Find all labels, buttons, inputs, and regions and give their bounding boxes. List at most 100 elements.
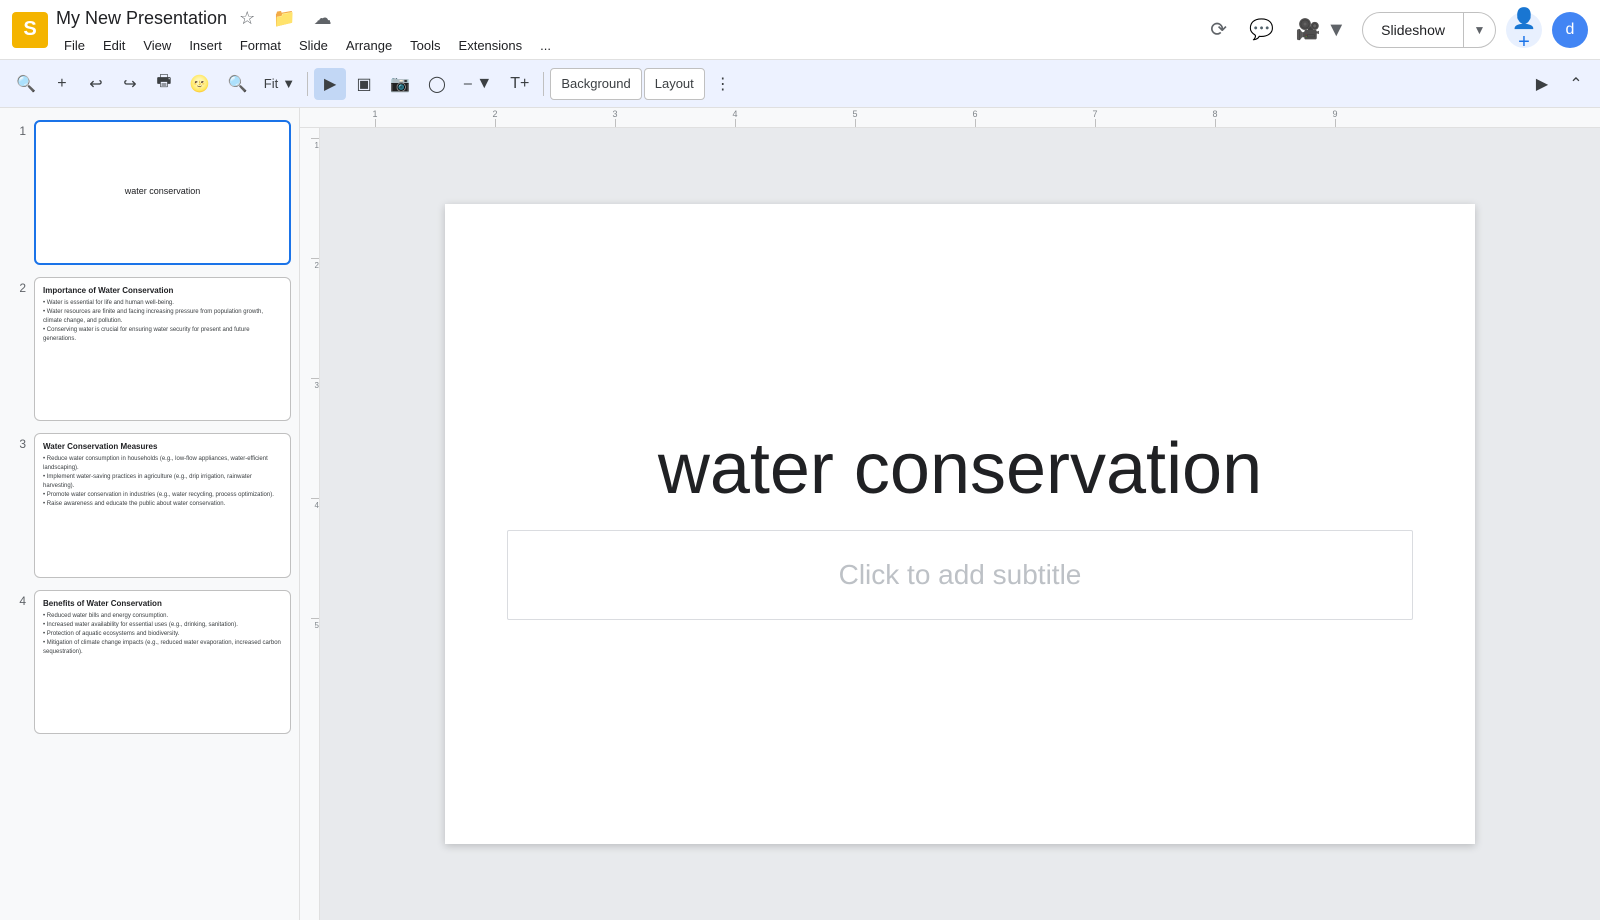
menu-more[interactable]: ...	[532, 35, 559, 56]
ruler-horizontal: 1 2 3 4 5 6 7 8 9	[300, 108, 1600, 128]
slideshow-dropdown-button[interactable]: ▼	[1463, 13, 1495, 47]
toolbar: 🔍 + ↩ ↪ 🖶 🌝 🔍 Fit ▼ ▶ ▣ 📷 ◯ ⎯ ▼ T+ Backg…	[0, 60, 1600, 108]
slide-num-4: 4	[8, 590, 26, 608]
top-bar: S My New Presentation ☆ 📁 ☁ File Edit Vi…	[0, 0, 1600, 60]
select-tool-button[interactable]: ▶	[314, 68, 346, 100]
redo-button[interactable]: ↪	[114, 68, 146, 100]
menu-file[interactable]: File	[56, 35, 93, 56]
menu-format[interactable]: Format	[232, 35, 289, 56]
ruler-v-mark-4: 4	[311, 498, 319, 618]
background-button[interactable]: Background	[550, 68, 641, 100]
ruler-v-mark-3: 3	[311, 378, 319, 498]
slide-thumb-inner-1: water conservation	[36, 122, 289, 263]
print-button[interactable]: 🖶	[148, 68, 180, 100]
folder-icon[interactable]: 📁	[269, 4, 299, 33]
comment-icon[interactable]: 💬	[1243, 11, 1280, 48]
slide-canvas-wrapper: 1 2 3 4 5 water conservation Click to	[300, 128, 1600, 920]
slide-num-1: 1	[8, 120, 26, 138]
ruler-mark-6: 6	[915, 109, 1035, 127]
layout-button[interactable]: Layout	[644, 68, 705, 100]
slide-item-1[interactable]: 1 water conservation	[8, 120, 291, 265]
slide-thumb-inner-3: Water Conservation Measures • Reduce wat…	[35, 434, 290, 577]
menu-arrange[interactable]: Arrange	[338, 35, 400, 56]
menu-view[interactable]: View	[135, 35, 179, 56]
divider-1	[307, 72, 308, 96]
slide-thumb-1[interactable]: water conservation	[34, 120, 291, 265]
menu-insert[interactable]: Insert	[181, 35, 230, 56]
shapes-button[interactable]: ◯	[420, 68, 454, 100]
history-icon[interactable]: ⟳	[1204, 11, 1233, 48]
ruler-mark-7: 7	[1035, 109, 1155, 127]
slide-canvas[interactable]: water conservation Click to add subtitle	[445, 204, 1475, 844]
doc-title: My New Presentation ☆ 📁 ☁	[56, 4, 1196, 33]
slide-item-4[interactable]: 4 Benefits of Water Conservation • Reduc…	[8, 590, 291, 735]
slides-panel: 1 water conservation 2 Importance of Wat…	[0, 108, 300, 920]
title-area: My New Presentation ☆ 📁 ☁ File Edit View…	[56, 4, 1196, 56]
avatar[interactable]: d	[1552, 12, 1588, 48]
slide-2-heading: Importance of Water Conservation	[43, 286, 282, 295]
slide-item-3[interactable]: 3 Water Conservation Measures • Reduce w…	[8, 433, 291, 578]
collapse-button[interactable]: ⌃	[1560, 68, 1592, 100]
menu-bar: File Edit View Insert Format Slide Arran…	[56, 35, 1196, 56]
menu-extensions[interactable]: Extensions	[451, 35, 531, 56]
paint-format-button[interactable]: 🌝	[182, 68, 218, 100]
slide-thumb-3[interactable]: Water Conservation Measures • Reduce wat…	[34, 433, 291, 578]
top-right-actions: ⟳ 💬 🎥 ▼ Slideshow ▼ 👤+ d	[1204, 11, 1588, 48]
line-button[interactable]: ⎯ ▼	[456, 68, 500, 100]
transform-button[interactable]: ▣	[348, 68, 380, 100]
zoom-dropdown-icon: ▼	[282, 76, 295, 91]
slide-main-title[interactable]: water conservation	[658, 428, 1262, 510]
image-button[interactable]: 📷	[382, 68, 418, 100]
slide-num-3: 3	[8, 433, 26, 451]
ruler-v-mark-1: 1	[311, 138, 319, 258]
ruler-mark-4: 4	[675, 109, 795, 127]
app-icon: S	[12, 12, 48, 48]
ruler-v-mark-2: 2	[311, 258, 319, 378]
send-button[interactable]: ▶	[1526, 68, 1558, 100]
slide-thumb-inner-4: Benefits of Water Conservation • Reduced…	[35, 591, 290, 734]
ruler-v-mark-5: 5	[311, 618, 319, 738]
slide-3-bullets: • Reduce water consumption in households…	[43, 455, 282, 509]
doc-title-text[interactable]: My New Presentation	[56, 8, 227, 29]
slide-1-title: water conservation	[125, 186, 201, 198]
slide-4-bullets: • Reduced water bills and energy consump…	[43, 612, 282, 657]
slide-2-bullets: • Water is essential for life and human …	[43, 299, 282, 344]
star-icon[interactable]: ☆	[235, 4, 259, 33]
slide-thumb-4[interactable]: Benefits of Water Conservation • Reduced…	[34, 590, 291, 735]
slideshow-button[interactable]: Slideshow ▼	[1362, 12, 1496, 48]
slideshow-main-button[interactable]: Slideshow	[1363, 13, 1463, 47]
ruler-mark-5: 5	[795, 109, 915, 127]
slide-item-2[interactable]: 2 Importance of Water Conservation • Wat…	[8, 277, 291, 422]
search-button[interactable]: 🔍	[8, 68, 44, 100]
ruler-mark-3: 3	[555, 109, 675, 127]
menu-slide[interactable]: Slide	[291, 35, 336, 56]
zoom-button[interactable]: 🔍	[220, 68, 256, 100]
slide-thumb-2[interactable]: Importance of Water Conservation • Water…	[34, 277, 291, 422]
main-content: 1 water conservation 2 Importance of Wat…	[0, 108, 1600, 920]
ruler-h-marks: 1 2 3 4 5 6 7 8 9	[315, 108, 1395, 127]
cloud-icon[interactable]: ☁	[310, 4, 336, 33]
ruler-mark-2: 2	[435, 109, 555, 127]
undo-button[interactable]: ↩	[80, 68, 112, 100]
ruler-mark-8: 8	[1155, 109, 1275, 127]
zoom-select[interactable]: Fit ▼	[258, 72, 301, 95]
slide-num-2: 2	[8, 277, 26, 295]
slide-3-heading: Water Conservation Measures	[43, 442, 282, 451]
slide-subtitle-box[interactable]: Click to add subtitle	[507, 530, 1413, 620]
slide-4-heading: Benefits of Water Conservation	[43, 599, 282, 608]
slide-subtitle-placeholder[interactable]: Click to add subtitle	[839, 559, 1082, 590]
divider-2	[543, 72, 544, 96]
menu-tools[interactable]: Tools	[402, 35, 448, 56]
add-people-button[interactable]: 👤+	[1506, 12, 1542, 48]
zoom-in-button[interactable]: +	[46, 68, 78, 100]
slide-thumb-inner-2: Importance of Water Conservation • Water…	[35, 278, 290, 421]
meet-icon[interactable]: 🎥 ▼	[1290, 11, 1352, 48]
canvas-area: 1 2 3 4 5 6 7 8 9 1 2 3	[300, 108, 1600, 920]
ruler-vertical: 1 2 3 4 5	[300, 128, 320, 920]
title-icons: ☆ 📁 ☁	[235, 4, 336, 33]
ruler-mark-1: 1	[315, 109, 435, 127]
ruler-mark-9: 9	[1275, 109, 1395, 127]
more-options-button[interactable]: ⋮	[707, 68, 739, 100]
menu-edit[interactable]: Edit	[95, 35, 133, 56]
textbox-button[interactable]: T+	[502, 68, 537, 100]
